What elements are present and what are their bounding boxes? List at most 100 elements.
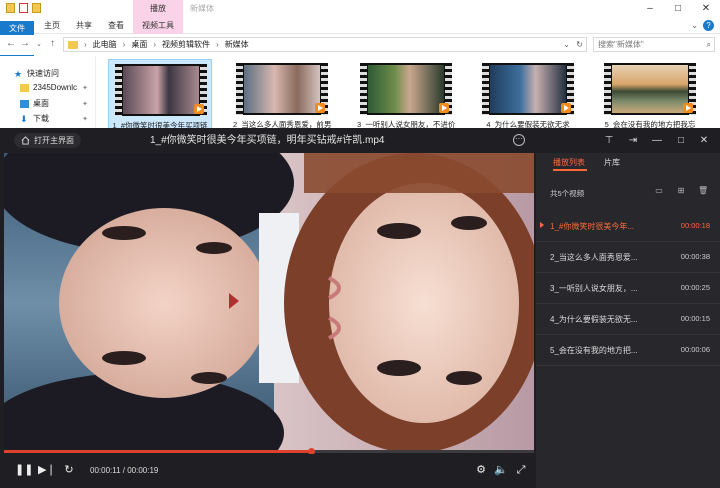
playlist-item-name: 1_#你微笑时很美今年... — [550, 222, 635, 231]
navigation-pane: ★ 快速访问 2345Downlc ✦ 桌面 ✦ ⬇ 下载 ✦ — [0, 56, 96, 128]
breadcrumb-new-media[interactable]: 新媒体 — [225, 38, 249, 51]
address-dropdown-icon[interactable]: ⌄ — [563, 38, 570, 51]
tab-home[interactable]: 主页 — [38, 18, 66, 34]
file-item[interactable]: 5_会在没有我的地方把我忘 — [598, 59, 702, 129]
active-tab-indicator — [553, 169, 587, 171]
help-icon[interactable]: ? — [703, 20, 714, 31]
nav-item-label: 快速访问 — [27, 69, 59, 78]
nav-item-downloads-folder[interactable]: 2345Downlc ✦ — [20, 83, 88, 92]
pin-icon: ✦ — [82, 115, 88, 123]
star-icon: ★ — [14, 68, 23, 79]
quick-access-toolbar — [6, 3, 41, 13]
close-icon[interactable]: ✕ — [697, 134, 711, 147]
properties-icon[interactable] — [19, 3, 28, 13]
playlist-item[interactable]: 3_一听别人说女朋友，... 00:00:25 — [536, 273, 720, 304]
video-frame-image — [4, 153, 534, 453]
video-player-window: 打开主界面 1_#你微笑时很美今年买项链，明年买钻戒#许凯.mp4 ··· ⊤ … — [0, 128, 720, 488]
next-track-icon[interactable]: ▶❘ — [38, 463, 56, 478]
search-placeholder: 搜索"新媒体" — [598, 40, 644, 49]
refresh-icon[interactable]: ↻ — [576, 38, 583, 51]
add-folder-icon[interactable]: ▭ — [654, 186, 664, 196]
search-icon: ⌕ — [706, 40, 711, 49]
video-count: 共5个视频 — [550, 189, 585, 198]
breadcrumb-desktop[interactable]: 桌面 — [131, 38, 147, 51]
tab-video-tools[interactable]: 视频工具 — [133, 18, 183, 34]
playlist-item-name: 2_当这么多人面秀恩爱... — [550, 253, 638, 262]
fullscreen-icon[interactable]: ⤢ — [514, 463, 528, 478]
playlist-panel: 播放列表 片库 共5个视频 ▭ ⊞ 🗑 1_#你微笑时很美今年... 00:00… — [536, 153, 720, 488]
tab-playlist[interactable]: 播放列表 — [553, 157, 585, 168]
expand-ribbon-icon[interactable]: ⌄ — [691, 21, 698, 30]
nav-item-label: 桌面 — [33, 99, 49, 108]
maximize-button[interactable]: □ — [664, 0, 692, 18]
file-item[interactable]: 1_#你微笑时很美今年买项链 — [108, 59, 212, 130]
add-file-icon[interactable]: ⊞ — [676, 186, 686, 196]
seek-progress — [4, 450, 312, 453]
tab-view[interactable]: 查看 — [102, 18, 130, 34]
playlist-toggle-icon[interactable]: ⇥ — [626, 134, 640, 147]
forward-arrow-icon[interactable]: → — [20, 38, 30, 49]
open-main-interface-button[interactable]: 打开主界面 — [14, 133, 81, 148]
back-arrow-icon[interactable]: ← — [6, 38, 16, 49]
nav-item-desktop[interactable]: 桌面 ✦ — [20, 98, 88, 109]
tab-share[interactable]: 共享 — [70, 18, 98, 34]
play-badge-icon — [315, 103, 325, 113]
file-grid: 1_#你微笑时很美今年买项链 2_当这么多人面秀恩爱，前男 3_一听别人说女朋友… — [104, 56, 720, 130]
current-time: 00:00:11 — [90, 466, 121, 475]
more-options-icon[interactable]: ··· — [513, 134, 525, 146]
breadcrumb-this-pc[interactable]: 此电脑 — [93, 38, 117, 51]
settings-icon[interactable]: ⚙ — [474, 463, 488, 478]
playlist-item[interactable]: 1_#你微笑时很美今年... 00:00:18 — [536, 211, 720, 242]
desktop-icon — [20, 99, 29, 108]
player-title-bar: 打开主界面 1_#你微笑时很美今年买项链，明年买钻戒#许凯.mp4 ··· ⊤ … — [0, 128, 720, 153]
tab-library[interactable]: 片库 — [604, 157, 620, 168]
minimize-button[interactable]: – — [636, 0, 664, 18]
video-thumbnail — [482, 63, 574, 115]
ribbon-tabs: 文件 主页 共享 查看 视频工具 ⌄ ? — [0, 18, 720, 91]
file-item[interactable]: 2_当这么多人面秀恩爱，前男 — [230, 59, 334, 129]
nav-item-downloads[interactable]: ⬇ 下载 ✦ — [20, 113, 88, 124]
home-button-label: 打开主界面 — [34, 136, 74, 145]
new-folder-icon[interactable] — [32, 3, 41, 13]
playlist-tabs: 播放列表 片库 — [536, 153, 720, 173]
explorer-title-bar: 播放 新媒体 – □ ✕ — [0, 0, 720, 18]
play-badge-icon — [439, 103, 449, 113]
video-frame[interactable] — [4, 153, 534, 453]
playlist-item-duration: 00:00:15 — [680, 314, 710, 323]
search-input[interactable]: 搜索"新媒体" ⌕ — [593, 37, 715, 52]
play-badge-icon — [194, 104, 204, 114]
file-item[interactable]: 3_一听别人说女朋友，不进价 — [354, 59, 458, 129]
video-title: 1_#你微笑时很美今年买项链，明年买钻戒#许凯.mp4 — [150, 135, 385, 146]
playlist-item-duration: 00:00:06 — [680, 345, 710, 354]
video-thumbnail — [236, 63, 328, 115]
playlist-item[interactable]: 5_会在没有我的地方把... 00:00:06 — [536, 335, 720, 366]
recent-dropdown-icon[interactable]: ⌄ — [36, 40, 42, 48]
download-icon: ⬇ — [20, 113, 28, 124]
playlist-item-name: 4_为什么要假装无欲无... — [550, 315, 638, 324]
pin-on-top-icon[interactable]: ⊤ — [602, 134, 616, 147]
pin-icon: ✦ — [82, 100, 88, 108]
seek-bar[interactable] — [4, 448, 534, 455]
close-button[interactable]: ✕ — [692, 0, 720, 18]
up-arrow-icon[interactable]: ↑ — [50, 38, 55, 49]
loop-mode-icon[interactable]: ↻ — [62, 463, 76, 478]
folder-icon[interactable] — [6, 3, 15, 13]
playlist-item-duration: 00:00:25 — [680, 283, 710, 292]
minimize-icon[interactable]: — — [650, 134, 664, 147]
playlist-item[interactable]: 2_当这么多人面秀恩爱... 00:00:38 — [536, 242, 720, 273]
nav-item-quick-access[interactable]: ★ 快速访问 — [14, 68, 92, 79]
pin-icon: ✦ — [82, 84, 88, 92]
contextual-tab-play[interactable]: 播放 — [133, 0, 183, 18]
delete-icon[interactable]: 🗑 — [698, 186, 708, 196]
pause-icon[interactable]: ❚❚ — [15, 463, 33, 478]
maximize-icon[interactable]: □ — [674, 134, 688, 147]
playlist-item[interactable]: 4_为什么要假装无欲无... 00:00:15 — [536, 304, 720, 335]
playlist-item-duration: 00:00:18 — [680, 221, 710, 230]
breadcrumb-video-editor[interactable]: 视频剪辑软件 — [162, 38, 210, 51]
folder-icon — [20, 83, 29, 92]
file-item[interactable]: 4_为什么要假装无欲无求 — [476, 59, 580, 129]
playlist-item-name: 3_一听别人说女朋友，... — [550, 284, 638, 293]
volume-icon[interactable]: 🔈 — [494, 463, 508, 478]
address-bar[interactable]: › 此电脑 › 桌面 › 视频剪辑软件 › 新媒体 ⌄ ↻ — [63, 37, 587, 52]
player-controls: ❚❚ ▶❘ ↻ 00:00:11 / 00:00:19 ⚙ 🔈 ⤢ — [0, 454, 536, 488]
